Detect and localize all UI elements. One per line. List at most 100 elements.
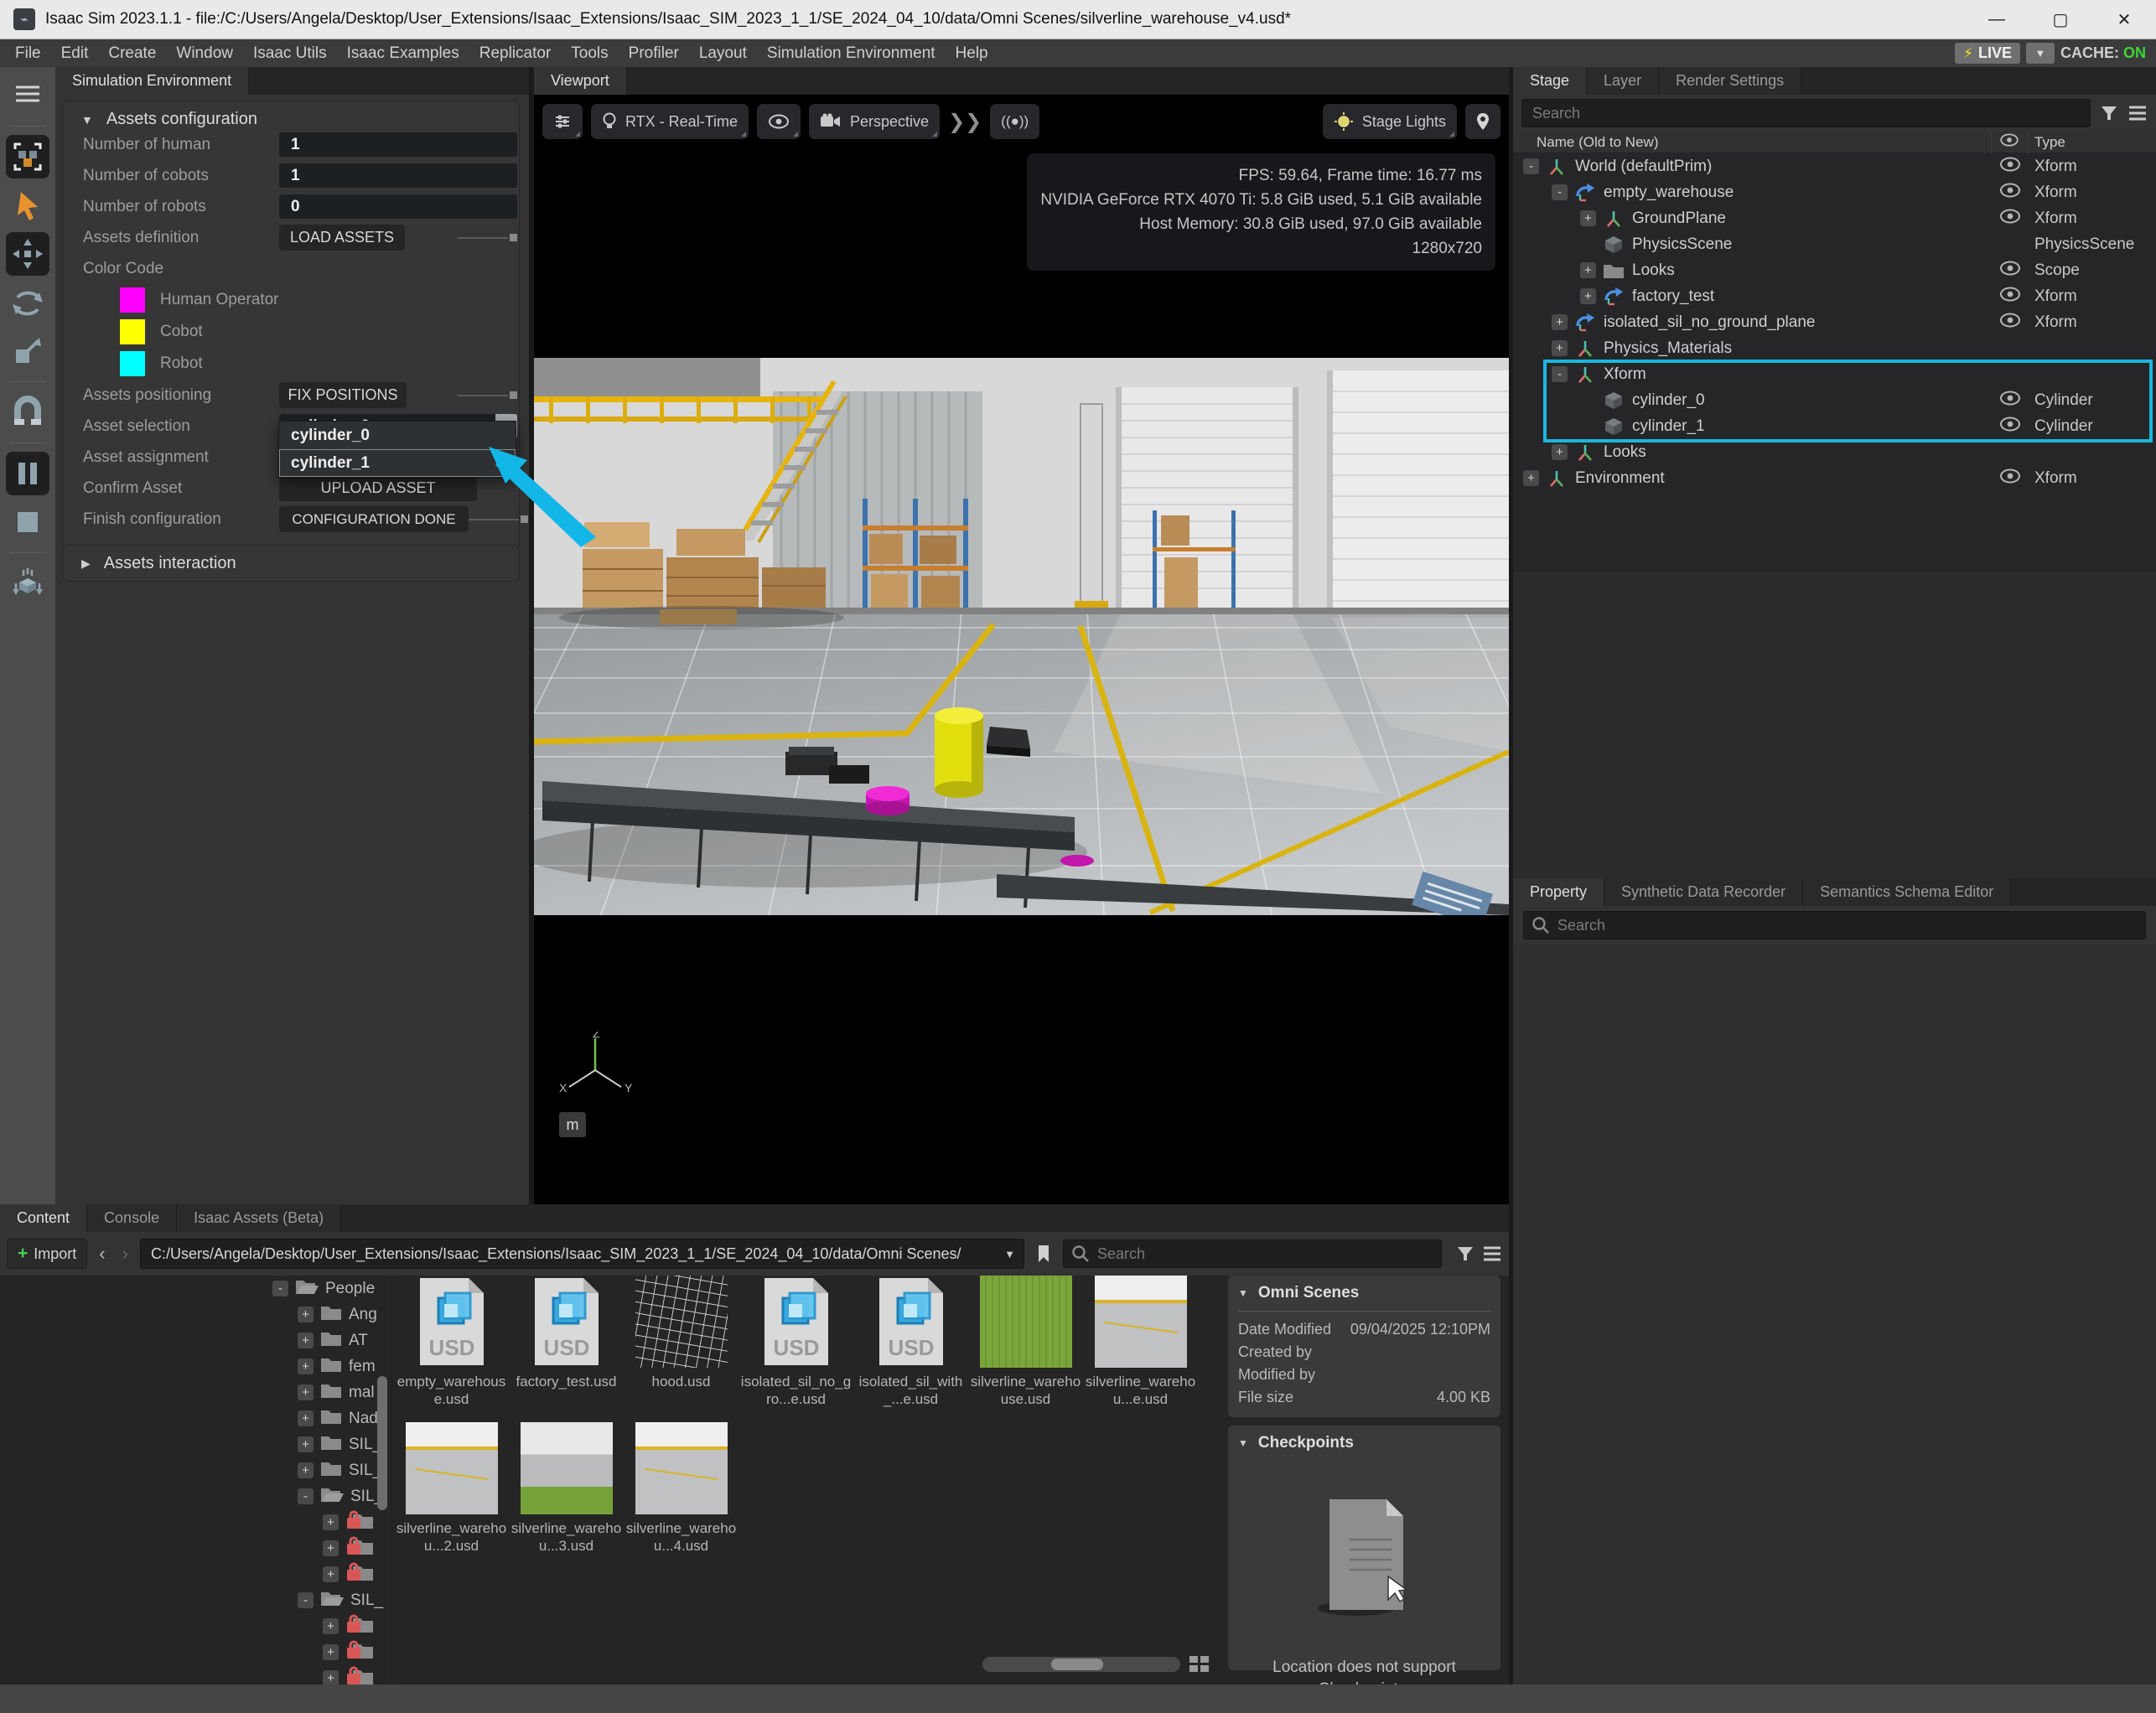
waypoint-button[interactable] bbox=[1465, 104, 1500, 139]
tab-stage[interactable]: Stage bbox=[1513, 67, 1587, 95]
file-item[interactable]: silverline_warehou...3.usd bbox=[509, 1422, 624, 1555]
path-field[interactable]: C:/Users/Angela/Desktop/User_Extensions/… bbox=[140, 1239, 1024, 1269]
stage-row-empty-warehouse[interactable]: -empty_warehouseXform bbox=[1513, 179, 2156, 205]
stage-row-environment[interactable]: +EnvironmentXform bbox=[1513, 465, 2156, 491]
load-assets-button[interactable]: LOAD ASSETS bbox=[279, 225, 405, 251]
folder-row-nad[interactable]: +Nad bbox=[0, 1405, 391, 1431]
tab-synthetic-data-recorder[interactable]: Synthetic Data Recorder bbox=[1604, 878, 1803, 906]
render-settings-button[interactable] bbox=[542, 104, 583, 139]
tab-render-settings[interactable]: Render Settings bbox=[1659, 67, 1801, 95]
toolbar-chevrons-icon[interactable]: ❯❯ bbox=[948, 110, 982, 134]
tab-semantics-schema-editor[interactable]: Semantics Schema Editor bbox=[1803, 878, 2011, 906]
live-button[interactable]: ⚡ LIVE bbox=[1955, 43, 2020, 64]
checkpoints-header[interactable]: ▼ Checkpoints bbox=[1238, 1434, 1490, 1452]
viewport-pane[interactable]: RTX - Real-Time Perspective ❯❯ ((●)) bbox=[534, 95, 1509, 1204]
stop-button-icon[interactable] bbox=[6, 500, 49, 544]
dropdown-option-cylinder_1[interactable]: cylinder_1 bbox=[279, 449, 516, 477]
expand-box-icon[interactable]: + bbox=[298, 1384, 314, 1400]
expand-box-icon[interactable]: + bbox=[1580, 262, 1596, 278]
visibility-eye-icon[interactable] bbox=[1998, 287, 2023, 306]
thumbnail-size-slider[interactable] bbox=[982, 1657, 1180, 1672]
visibility-eye-icon[interactable] bbox=[1998, 468, 2023, 488]
stage-row-factory-test[interactable]: +factory_testXform bbox=[1513, 283, 2156, 309]
stage-row-isolated-sil-no-ground-plane[interactable]: +isolated_sil_no_ground_planeXform bbox=[1513, 309, 2156, 335]
file-item[interactable]: USDisolated_sil_with_...e.usd bbox=[853, 1276, 968, 1408]
expand-box-icon[interactable]: + bbox=[323, 1540, 339, 1556]
unit-label[interactable]: m bbox=[559, 1112, 586, 1137]
panel-splitter[interactable] bbox=[1509, 67, 1513, 1685]
collapse-box-icon[interactable]: - bbox=[298, 1488, 314, 1504]
bookmark-button[interactable] bbox=[1031, 1245, 1056, 1263]
visibility-eye-icon[interactable] bbox=[1998, 261, 2023, 280]
visibility-button[interactable] bbox=[757, 104, 801, 139]
menu-layout[interactable]: Layout bbox=[689, 44, 757, 63]
menu-help[interactable]: Help bbox=[946, 44, 998, 63]
visibility-eye-icon[interactable] bbox=[1998, 313, 2023, 332]
expand-box-icon[interactable]: + bbox=[323, 1514, 339, 1530]
cursor-tool-icon[interactable] bbox=[6, 184, 49, 227]
tab-layer[interactable]: Layer bbox=[1587, 67, 1659, 95]
expand-box-icon[interactable]: + bbox=[298, 1333, 314, 1348]
folder-row-sil-[interactable]: -SIL_ bbox=[0, 1587, 391, 1613]
viewport-scene[interactable] bbox=[534, 358, 1509, 915]
menu-create[interactable]: Create bbox=[98, 44, 166, 63]
expand-box-icon[interactable]: + bbox=[1580, 288, 1596, 304]
number-input-1[interactable]: 1 bbox=[279, 163, 517, 188]
tab-property[interactable]: Property bbox=[1513, 878, 1604, 906]
stage-row-looks[interactable]: +LooksScope bbox=[1513, 257, 2156, 283]
forward-button[interactable]: › bbox=[117, 1243, 133, 1265]
stage-row-world-defaultprim-[interactable]: -World (defaultPrim)Xform bbox=[1513, 153, 2156, 179]
stage-row-physicsscene[interactable]: +PhysicsScenePhysicsScene bbox=[1513, 231, 2156, 257]
expand-box-icon[interactable]: + bbox=[298, 1410, 314, 1426]
back-button[interactable]: ‹ bbox=[94, 1243, 110, 1265]
folder-row-at[interactable]: +AT bbox=[0, 1327, 391, 1353]
dropdown-option-cylinder_0[interactable]: cylinder_0 bbox=[279, 422, 516, 449]
mini-slider[interactable] bbox=[458, 234, 517, 241]
column-name[interactable]: Name (Old to New) bbox=[1513, 134, 1658, 151]
file-item[interactable]: hood.usd bbox=[624, 1276, 739, 1390]
options-icon[interactable] bbox=[2127, 105, 2148, 122]
stage-search-input[interactable] bbox=[1521, 99, 2091, 127]
configuration-done-button[interactable]: CONFIGURATION DONE bbox=[279, 506, 469, 532]
rotate-tool-icon[interactable] bbox=[6, 281, 49, 324]
menu-tools[interactable]: Tools bbox=[561, 44, 618, 63]
tab-isaac-assets-beta-[interactable]: Isaac Assets (Beta) bbox=[177, 1204, 341, 1232]
expand-box-icon[interactable]: + bbox=[298, 1462, 314, 1478]
tab-content[interactable]: Content bbox=[0, 1204, 87, 1232]
move-tool-icon[interactable] bbox=[6, 232, 49, 276]
menu-simulation-environment[interactable]: Simulation Environment bbox=[757, 44, 946, 63]
assets-interaction-frame[interactable]: ▶ Assets interaction bbox=[62, 545, 520, 582]
menu-file[interactable]: File bbox=[5, 44, 51, 63]
live-dropdown-caret[interactable]: ▼ bbox=[2026, 43, 2055, 64]
import-button[interactable]: + Import bbox=[7, 1239, 87, 1269]
close-button[interactable]: ✕ bbox=[2092, 0, 2156, 39]
column-type[interactable]: Type bbox=[2034, 134, 2065, 151]
expand-box-icon[interactable]: + bbox=[298, 1307, 314, 1322]
folder-row-locked[interactable]: + bbox=[0, 1509, 391, 1535]
filter-icon[interactable] bbox=[2099, 103, 2119, 123]
maximize-button[interactable]: ▢ bbox=[2029, 0, 2092, 39]
menu-window[interactable]: Window bbox=[166, 44, 243, 63]
snap-tool-icon[interactable] bbox=[6, 391, 49, 434]
mini-slider[interactable] bbox=[458, 391, 517, 399]
file-item[interactable]: silverline_warehou...4.usd bbox=[624, 1422, 739, 1555]
pause-button-icon[interactable] bbox=[6, 452, 49, 495]
folder-row-locked[interactable]: + bbox=[0, 1639, 391, 1665]
collapse-box-icon[interactable]: - bbox=[1552, 184, 1568, 200]
renderer-button[interactable]: RTX - Real-Time bbox=[591, 104, 749, 139]
collapse-box-icon[interactable]: - bbox=[298, 1592, 314, 1608]
folder-row-sil-[interactable]: -SIL_ bbox=[0, 1483, 391, 1509]
folder-row-fem[interactable]: +fem bbox=[0, 1353, 391, 1379]
folder-row-locked[interactable]: + bbox=[0, 1535, 391, 1561]
grid-view-icon[interactable] bbox=[1189, 1654, 1210, 1674]
visibility-eye-icon[interactable] bbox=[1998, 183, 2023, 202]
assets-configuration-header[interactable]: ▼ Assets configuration bbox=[63, 110, 519, 129]
folder-row-people[interactable]: -People bbox=[0, 1276, 391, 1302]
path-dropdown-caret[interactable]: ▼ bbox=[1004, 1248, 1015, 1260]
file-item[interactable]: silverline_warehou...e.usd bbox=[1083, 1276, 1198, 1408]
camera-button[interactable]: Perspective bbox=[809, 104, 940, 139]
menu-edit[interactable]: Edit bbox=[51, 44, 99, 63]
select-tool-icon[interactable] bbox=[6, 135, 49, 179]
mini-slider[interactable] bbox=[469, 515, 528, 523]
tree-scrollbar[interactable] bbox=[377, 1376, 387, 1510]
